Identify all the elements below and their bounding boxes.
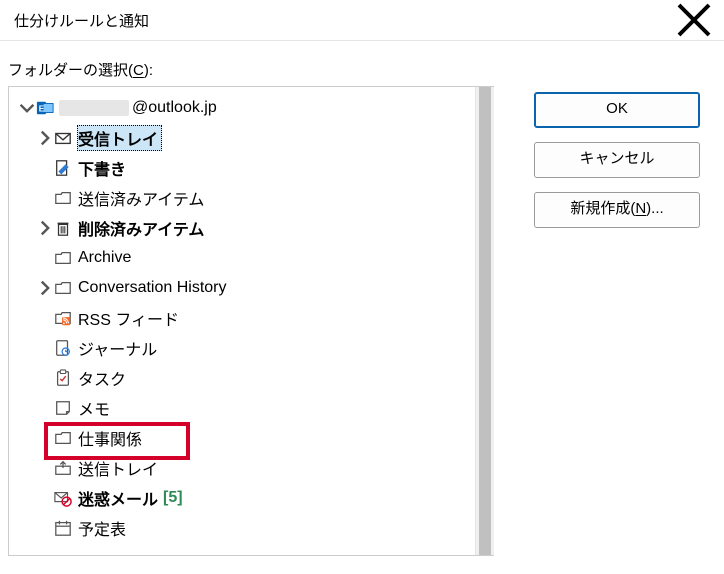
folder-icon <box>53 278 73 298</box>
folder-icon <box>53 248 73 268</box>
trash-icon <box>53 218 73 238</box>
chevron-right-icon[interactable] <box>37 280 53 296</box>
draft-icon <box>53 158 73 178</box>
outlook-account-icon: E <box>35 98 55 118</box>
tree-item-label: メモ <box>77 395 114 421</box>
folder-select-label-hotkey: C <box>133 62 144 79</box>
outbox-icon <box>53 458 73 478</box>
tree-item-count: [5] <box>162 488 187 508</box>
folder-icon <box>53 428 73 448</box>
tree-item-label: タスク <box>77 365 130 391</box>
new-button-prefix: 新規作成( <box>570 200 635 217</box>
folder-icon <box>53 188 73 208</box>
tree-item-label: 迷惑メール <box>77 485 162 511</box>
tree-item-label: 送信済みアイテム <box>77 185 208 211</box>
chevron-right-icon[interactable] <box>37 130 53 146</box>
folder-select-label-suffix: ): <box>144 62 153 79</box>
journal-icon <box>53 338 73 358</box>
tree-item-inbox[interactable]: 受信トレイ <box>13 123 494 153</box>
tree-item-junk[interactable]: 迷惑メール [5] <box>13 483 494 513</box>
folder-select-label: フォルダーの選択(C): <box>0 41 724 86</box>
junk-mail-icon <box>53 488 73 508</box>
cancel-button[interactable]: キャンセル <box>534 142 700 178</box>
dialog-title: 仕分けルールと通知 <box>14 10 149 31</box>
tree-item-label: RSS フィード <box>77 305 183 331</box>
new-button-hotkey: N <box>635 200 646 217</box>
tree-item-conversation-history[interactable]: Conversation History <box>13 273 494 303</box>
tree-item-label: Conversation History <box>77 278 231 298</box>
vertical-scrollbar[interactable] <box>475 87 494 555</box>
tree-item-outbox[interactable]: 送信トレイ <box>13 453 494 483</box>
close-icon[interactable] <box>674 0 714 40</box>
folder-tree[interactable]: E @outlook.jp 受信トレイ <box>8 86 494 556</box>
tree-item-work-related[interactable]: 仕事関係 <box>13 423 494 453</box>
ok-button-label: OK <box>606 100 628 117</box>
tree-item-label: ジャーナル <box>77 335 161 361</box>
tree-item-label: 送信トレイ <box>77 455 162 481</box>
new-button-suffix: )... <box>646 200 664 217</box>
tree-item-tasks[interactable]: タスク <box>13 363 494 393</box>
ok-button[interactable]: OK <box>534 92 700 128</box>
tree-item-label: 受信トレイ <box>77 125 162 151</box>
calendar-icon <box>53 518 73 538</box>
rss-folder-icon <box>53 308 73 328</box>
clipboard-icon <box>53 368 73 388</box>
account-domain: @outlook.jp <box>131 98 221 118</box>
tree-item-archive[interactable]: Archive <box>13 243 494 273</box>
chevron-down-icon[interactable] <box>19 100 35 116</box>
tree-item-journal[interactable]: ジャーナル <box>13 333 494 363</box>
cancel-button-label: キャンセル <box>579 150 654 167</box>
chevron-right-icon[interactable] <box>37 220 53 236</box>
tree-item-label: 予定表 <box>77 515 130 541</box>
tree-item-label: 仕事関係 <box>77 425 146 451</box>
account-name-redacted <box>59 100 129 116</box>
dialog-window: 仕分けルールと通知 フォルダーの選択(C): E @outlook.jp <box>0 0 724 574</box>
titlebar: 仕分けルールと通知 <box>0 0 724 41</box>
button-column: OK キャンセル 新規作成(N)... <box>534 92 700 228</box>
envelope-icon <box>53 128 73 148</box>
tree-item-sent[interactable]: 送信済みアイテム <box>13 183 494 213</box>
new-folder-button[interactable]: 新規作成(N)... <box>534 192 700 228</box>
folder-select-label-prefix: フォルダーの選択( <box>8 62 133 79</box>
svg-text:E: E <box>39 105 45 114</box>
tree-item-deleted[interactable]: 削除済みアイテム <box>13 213 494 243</box>
tree-item-label: Archive <box>77 248 135 268</box>
tree-item-rss[interactable]: RSS フィード <box>13 303 494 333</box>
tree-account-root[interactable]: E @outlook.jp <box>13 93 494 123</box>
tree-item-drafts[interactable]: 下書き <box>13 153 494 183</box>
tree-item-notes[interactable]: メモ <box>13 393 494 423</box>
tree-item-label: 下書き <box>77 155 130 181</box>
note-icon <box>53 398 73 418</box>
tree-item-calendar[interactable]: 予定表 <box>13 513 494 543</box>
tree-item-label: 削除済みアイテム <box>77 215 208 241</box>
